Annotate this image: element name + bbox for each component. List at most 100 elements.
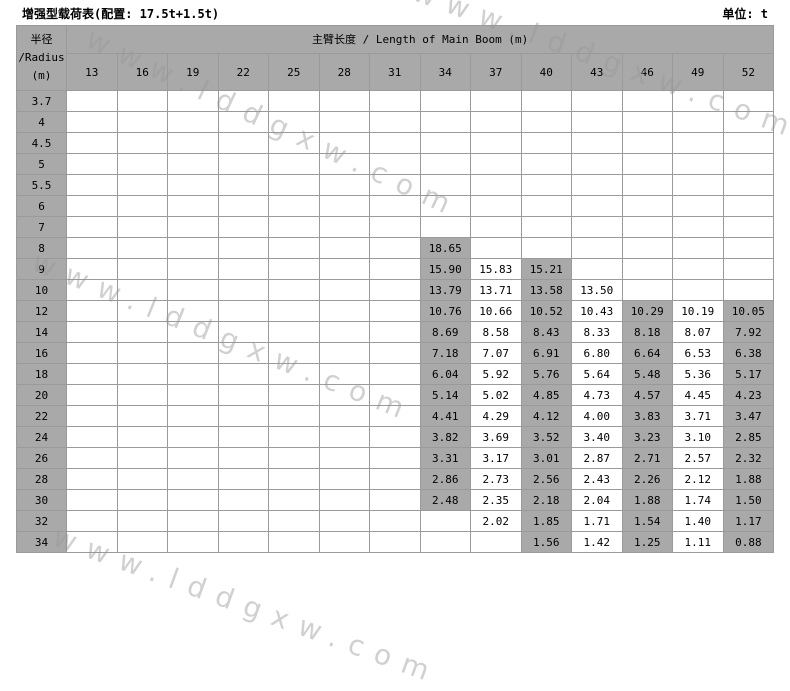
load-cell: 1.88 xyxy=(722,468,775,490)
table-row: 9 15.90 15.83 15.21 xyxy=(16,258,775,280)
load-cell xyxy=(419,510,471,532)
load-cell xyxy=(217,447,269,469)
load-cell xyxy=(318,153,370,175)
load-cell: 1.50 xyxy=(722,489,775,511)
load-cell xyxy=(217,216,269,238)
load-cell xyxy=(369,153,421,175)
table-row: 10 13.79 13.71 13.58 13.50 xyxy=(16,279,775,301)
load-cell xyxy=(217,153,269,175)
load-cell xyxy=(66,489,118,511)
radius-cell: 20 xyxy=(16,384,67,406)
load-cell xyxy=(369,300,421,322)
table-title: 增强型载荷表(配置: 17.5t+1.5t) xyxy=(22,7,220,21)
load-cell: 7.07 xyxy=(470,342,522,364)
load-cell xyxy=(672,132,724,154)
load-cell: 8.07 xyxy=(672,321,724,343)
load-cell xyxy=(167,90,219,112)
load-cell xyxy=(116,468,168,490)
load-cell xyxy=(116,195,168,217)
load-cell xyxy=(66,468,118,490)
load-cell xyxy=(167,342,219,364)
load-cell xyxy=(167,447,219,469)
radius-cell: 4 xyxy=(16,111,67,133)
table-row: 14 8.69 8.58 8.43 8.33 8.18 8.07 7.92 xyxy=(16,321,775,343)
load-cell xyxy=(268,216,320,238)
load-cell xyxy=(520,216,572,238)
load-cell xyxy=(470,174,522,196)
load-cell: 10.76 xyxy=(419,300,471,322)
radius-header-en: /Radius xyxy=(18,51,65,64)
table-row: 3.7 xyxy=(16,90,775,112)
load-cell: 2.12 xyxy=(672,468,724,490)
boom-length-46: 46 xyxy=(621,53,673,91)
load-cell xyxy=(116,132,168,154)
load-cell xyxy=(167,321,219,343)
load-cell xyxy=(217,510,269,532)
boom-length-header: 主臂长度 / Length of Main Boom (m) xyxy=(65,25,775,54)
load-cell xyxy=(167,153,219,175)
load-cell xyxy=(621,111,673,133)
load-cell xyxy=(369,510,421,532)
load-cell xyxy=(470,132,522,154)
load-cell xyxy=(66,342,118,364)
load-cell xyxy=(116,405,168,427)
load-cell: 1.54 xyxy=(621,510,673,532)
load-cell: 5.17 xyxy=(722,363,775,385)
load-cell xyxy=(66,111,118,133)
load-cell xyxy=(369,279,421,301)
boom-length-40: 40 xyxy=(520,53,572,91)
load-cell xyxy=(116,216,168,238)
load-cell xyxy=(369,132,421,154)
load-cell xyxy=(268,153,320,175)
boom-length-25: 25 xyxy=(268,53,320,91)
radius-cell: 7 xyxy=(16,216,67,238)
radius-cell: 28 xyxy=(16,468,67,490)
load-cell: 1.71 xyxy=(571,510,623,532)
load-cell: 10.43 xyxy=(571,300,623,322)
load-cell xyxy=(167,363,219,385)
load-cell: 10.05 xyxy=(722,300,775,322)
load-cell xyxy=(722,258,775,280)
load-cell xyxy=(217,489,269,511)
load-cell: 2.26 xyxy=(621,468,673,490)
load-cell: 4.73 xyxy=(571,384,623,406)
load-cell xyxy=(369,342,421,364)
load-cell: 2.87 xyxy=(571,447,623,469)
load-cell xyxy=(722,216,775,238)
load-cell xyxy=(571,132,623,154)
boom-length-16: 16 xyxy=(116,53,168,91)
load-cell xyxy=(621,195,673,217)
load-cell: 3.71 xyxy=(672,405,724,427)
load-cell xyxy=(722,237,775,259)
load-cell xyxy=(672,153,724,175)
load-cell: 2.57 xyxy=(672,447,724,469)
load-cell xyxy=(722,153,775,175)
load-cell xyxy=(470,216,522,238)
load-cell xyxy=(116,279,168,301)
radius-cell: 8 xyxy=(16,237,67,259)
load-cell xyxy=(116,531,168,553)
load-cell xyxy=(369,405,421,427)
load-cell xyxy=(268,132,320,154)
load-cell xyxy=(621,216,673,238)
load-cell xyxy=(268,384,320,406)
radius-cell: 26 xyxy=(16,447,67,469)
radius-cell: 22 xyxy=(16,405,67,427)
load-cell: 3.17 xyxy=(470,447,522,469)
table-row: 6 xyxy=(16,195,775,217)
table-row: 26 3.31 3.17 3.01 2.87 2.71 2.57 2.32 xyxy=(16,447,775,469)
load-cell: 15.83 xyxy=(470,258,522,280)
load-cell xyxy=(672,174,724,196)
load-cell: 0.88 xyxy=(722,531,775,553)
load-cell: 6.04 xyxy=(419,363,471,385)
load-cell xyxy=(571,216,623,238)
load-cell xyxy=(369,468,421,490)
load-cell xyxy=(520,90,572,112)
load-cell xyxy=(217,468,269,490)
load-cell: 3.69 xyxy=(470,426,522,448)
load-cell xyxy=(369,489,421,511)
table-row: 12 10.76 10.66 10.52 10.43 10.29 10.19 10.05 xyxy=(16,300,775,322)
load-cell xyxy=(520,132,572,154)
load-cell xyxy=(672,258,724,280)
radius-cell: 24 xyxy=(16,426,67,448)
